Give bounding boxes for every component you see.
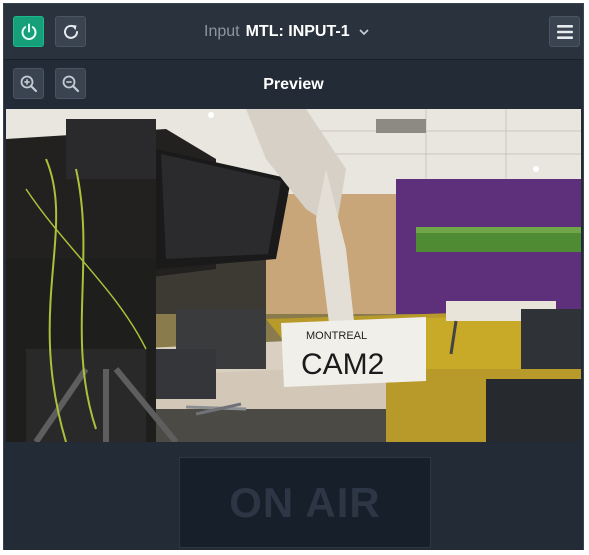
input-selector[interactable]: Input MTL: INPUT-1 xyxy=(204,21,370,43)
video-preview: MONTREAL CAM2 xyxy=(6,109,581,442)
hamburger-menu-icon xyxy=(556,24,573,39)
on-air-button[interactable]: ON AIR xyxy=(179,457,431,548)
menu-button[interactable] xyxy=(549,16,580,47)
bottom-panel: ON AIR xyxy=(4,444,583,550)
chevron-down-icon xyxy=(359,29,369,36)
power-icon xyxy=(21,23,36,40)
on-air-label: ON AIR xyxy=(229,478,381,526)
refresh-icon xyxy=(63,24,78,39)
top-bar: Input MTL: INPUT-1 xyxy=(4,4,583,60)
preview-toolbar: Preview xyxy=(4,60,583,108)
power-button[interactable] xyxy=(13,16,44,47)
input-label: Input xyxy=(204,23,240,40)
refresh-button[interactable] xyxy=(55,16,86,47)
preview-title: Preview xyxy=(263,76,324,93)
input-panel: Input MTL: INPUT-1 Preview MONTREAL CAM2… xyxy=(3,3,584,550)
input-value: MTL: INPUT-1 xyxy=(245,23,350,40)
camera-feed-image: MONTREAL CAM2 xyxy=(6,109,581,442)
sign-line1: MONTREAL xyxy=(306,330,367,342)
sign-line2: CAM2 xyxy=(301,348,384,381)
